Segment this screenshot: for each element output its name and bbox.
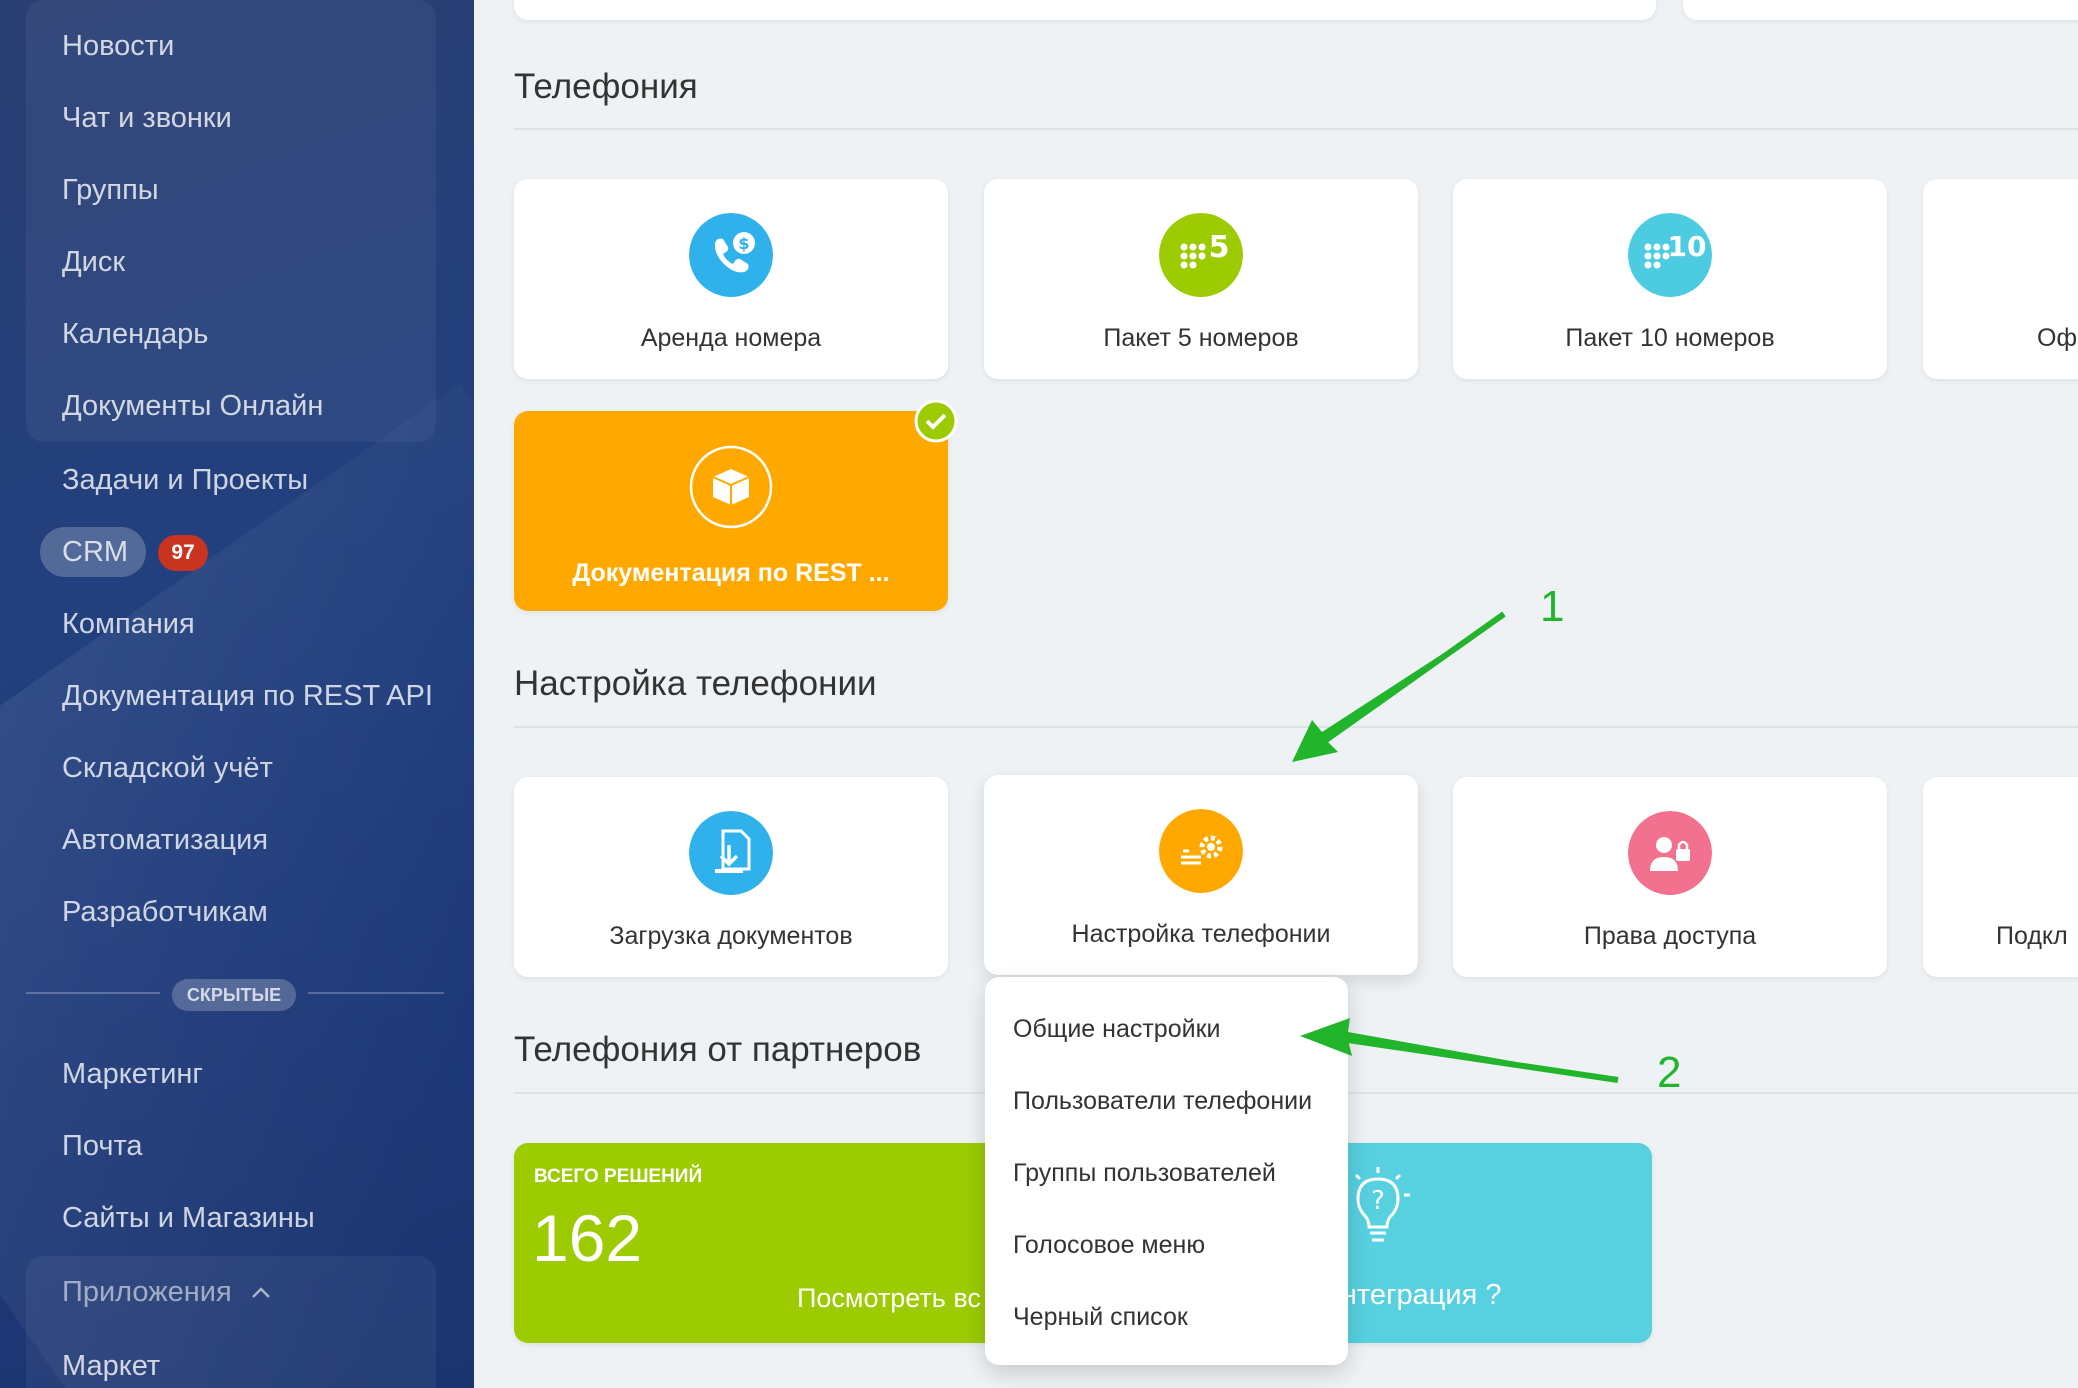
- annotation-number-1: 1: [1540, 582, 1565, 631]
- annotation-arrows: [1292, 611, 1619, 1083]
- annotation-number-2: 2: [1657, 1048, 1682, 1097]
